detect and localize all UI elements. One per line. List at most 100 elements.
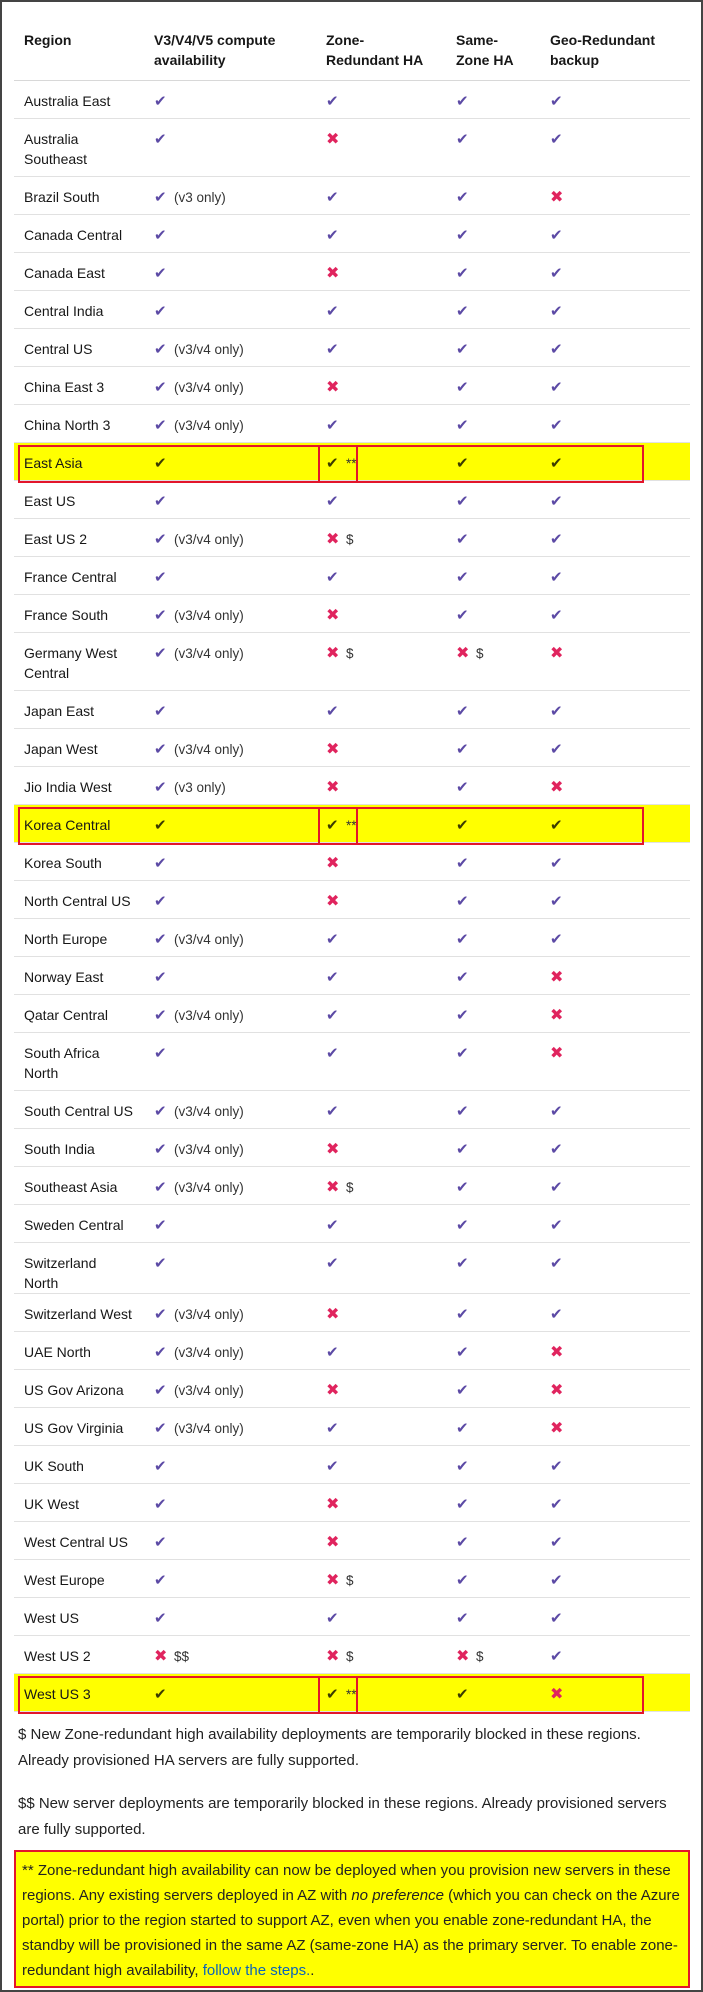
table-row: North Europe ✔ (v3/v4 only) ✔ ✔ ✔ bbox=[14, 918, 690, 957]
zr-cell: ✖ bbox=[316, 1293, 446, 1332]
region-name: East US bbox=[24, 493, 76, 509]
region-name: Korea South bbox=[24, 855, 102, 871]
check-icon: ✔ bbox=[456, 1344, 469, 1361]
check-icon: ✔ bbox=[456, 1496, 469, 1513]
cross-icon: ✖ bbox=[326, 1306, 340, 1323]
table-row: Canada Central ✔ ✔ ✔ ✔ bbox=[14, 214, 690, 253]
region-cell: West Central US bbox=[14, 1521, 144, 1560]
region-name: France South bbox=[24, 607, 109, 623]
region-cell: Korea Central bbox=[14, 804, 144, 843]
check-icon: ✔ bbox=[326, 1045, 339, 1062]
geo-cell: ✔ bbox=[540, 1559, 690, 1598]
compute-cell: ✔ bbox=[144, 1521, 316, 1560]
check-icon: ✔ bbox=[550, 341, 563, 358]
table-row: Korea South ✔ ✖ ✔ ✔ bbox=[14, 842, 690, 881]
geo-cell: ✔ bbox=[540, 880, 690, 919]
check-icon: ✔ bbox=[326, 93, 339, 110]
region-name: US Gov Virginia bbox=[24, 1420, 124, 1436]
zr-note: $ bbox=[346, 1573, 354, 1588]
sz-cell: ✔ bbox=[446, 766, 540, 805]
compute-cell: ✔ (v3/v4 only) bbox=[144, 1407, 316, 1446]
region-cell: Switzerland North bbox=[14, 1242, 144, 1294]
check-icon: ✔ bbox=[456, 1686, 469, 1703]
compute-cell: ✔ (v3/v4 only) bbox=[144, 632, 316, 691]
follow-the-steps-link[interactable]: follow the steps. bbox=[203, 1962, 311, 1979]
zr-cell: ✔ bbox=[316, 328, 446, 367]
cross-icon: ✖ bbox=[326, 379, 340, 396]
table-row: Switzerland West ✔ (v3/v4 only) ✖ ✔ ✔ bbox=[14, 1293, 690, 1332]
compute-cell: ✔ bbox=[144, 1559, 316, 1598]
compute-cell: ✔ bbox=[144, 880, 316, 919]
region-name: South India bbox=[24, 1141, 95, 1157]
region-cell: Jio India West bbox=[14, 766, 144, 805]
cross-icon: ✖ bbox=[550, 1686, 564, 1703]
zr-note: $ bbox=[346, 1180, 354, 1195]
region-cell: South India bbox=[14, 1128, 144, 1167]
compute-cell: ✔ bbox=[144, 252, 316, 291]
geo-cell: ✔ bbox=[540, 842, 690, 881]
geo-cell: ✔ bbox=[540, 80, 690, 119]
check-icon: ✔ bbox=[550, 493, 563, 510]
zr-cell: ✖ bbox=[316, 366, 446, 405]
region-name: Sweden Central bbox=[24, 1217, 124, 1233]
compute-cell: ✔ bbox=[144, 1445, 316, 1484]
compute-note: (v3/v4 only) bbox=[174, 932, 244, 947]
zr-cell: ✖ $ bbox=[316, 1166, 446, 1205]
check-icon: ✔ bbox=[550, 741, 563, 758]
sz-cell: ✔ bbox=[446, 880, 540, 919]
geo-cell: ✔ bbox=[540, 118, 690, 177]
zr-cell: ✖ bbox=[316, 118, 446, 177]
zr-cell: ✖ bbox=[316, 728, 446, 767]
compute-cell: ✔ (v3/v4 only) bbox=[144, 728, 316, 767]
region-name: UK South bbox=[24, 1458, 84, 1474]
check-icon: ✔ bbox=[456, 893, 469, 910]
check-icon: ✔ bbox=[550, 1534, 563, 1551]
compute-note: (v3/v4 only) bbox=[174, 380, 244, 395]
compute-cell: ✔ bbox=[144, 442, 316, 481]
region-cell: Southeast Asia bbox=[14, 1166, 144, 1205]
header-geo-redundant-backup: Geo-Redundant backup bbox=[540, 10, 690, 81]
check-icon: ✔ bbox=[154, 779, 167, 796]
check-icon: ✔ bbox=[456, 855, 469, 872]
zr-cell: ✖ bbox=[316, 594, 446, 633]
compute-cell: ✔ bbox=[144, 480, 316, 519]
geo-cell: ✔ bbox=[540, 556, 690, 595]
region-cell: West US 2 bbox=[14, 1635, 144, 1674]
check-icon: ✔ bbox=[456, 303, 469, 320]
check-icon: ✔ bbox=[154, 379, 167, 396]
compute-note: (v3/v4 only) bbox=[174, 1345, 244, 1360]
region-cell: East Asia bbox=[14, 442, 144, 481]
check-icon: ✔ bbox=[326, 1217, 339, 1234]
region-name: Switzerland West bbox=[24, 1306, 132, 1322]
table-row: East US 2 ✔ (v3/v4 only) ✖ $ ✔ ✔ bbox=[14, 518, 690, 557]
geo-cell: ✔ bbox=[540, 518, 690, 557]
check-icon: ✔ bbox=[456, 1420, 469, 1437]
zr-cell: ✖ bbox=[316, 1369, 446, 1408]
compute-cell: ✔ (v3/v4 only) bbox=[144, 1331, 316, 1370]
compute-note: (v3/v4 only) bbox=[174, 1307, 244, 1322]
sz-cell: ✔ bbox=[446, 214, 540, 253]
check-icon: ✔ bbox=[456, 1610, 469, 1627]
region-name: Central India bbox=[24, 303, 104, 319]
check-icon: ✔ bbox=[154, 1420, 167, 1437]
compute-note: (v3/v4 only) bbox=[174, 608, 244, 623]
table-row: Central US ✔ (v3/v4 only) ✔ ✔ ✔ bbox=[14, 328, 690, 367]
check-icon: ✔ bbox=[154, 417, 167, 434]
zr-cell: ✖ $ bbox=[316, 1635, 446, 1674]
geo-cell: ✔ bbox=[540, 918, 690, 957]
table-row: Jio India West ✔ (v3 only) ✖ ✔ ✖ bbox=[14, 766, 690, 805]
geo-cell: ✔ bbox=[540, 214, 690, 253]
check-icon: ✔ bbox=[550, 531, 563, 548]
check-icon: ✔ bbox=[326, 417, 339, 434]
geo-cell: ✔ bbox=[540, 1445, 690, 1484]
table-row: West US 3 ✔ ✔ ** ✔ ✖ bbox=[14, 1673, 690, 1712]
compute-cell: ✔ (v3/v4 only) bbox=[144, 1166, 316, 1205]
sz-cell: ✔ bbox=[446, 690, 540, 729]
cross-icon: ✖ bbox=[456, 645, 470, 662]
geo-cell: ✖ bbox=[540, 1369, 690, 1408]
check-icon: ✔ bbox=[550, 607, 563, 624]
compute-cell: ✔ (v3/v4 only) bbox=[144, 1293, 316, 1332]
cross-icon: ✖ bbox=[154, 1648, 168, 1665]
check-icon: ✔ bbox=[550, 855, 563, 872]
table-row: France Central ✔ ✔ ✔ ✔ bbox=[14, 556, 690, 595]
